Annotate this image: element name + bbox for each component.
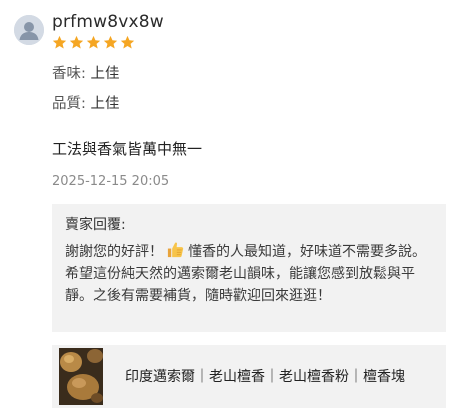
review-comment: 工法與香氣皆萬中無一 xyxy=(52,140,203,158)
attribute-label: 品質: xyxy=(52,96,86,112)
avatar[interactable] xyxy=(14,15,44,45)
star-icon xyxy=(69,35,84,49)
attribute-value: 上佳 xyxy=(90,96,120,112)
review-card: prfmw8vx8w 香味: 上佳 品質: 上佳 工法與香氣皆萬中無一 2025… xyxy=(0,0,460,418)
star-icon xyxy=(103,35,118,49)
seller-reply-title: 賣家回覆: xyxy=(65,217,126,233)
attribute-row-quality: 品質: 上佳 xyxy=(52,92,120,113)
thumbs-up-icon xyxy=(167,242,184,258)
seller-reply-text-start: 謝謝您的好評！ xyxy=(65,244,163,260)
product-thumbnail xyxy=(59,348,103,405)
star-icon xyxy=(52,35,67,49)
review-timestamp: 2025-12-15 20:05 xyxy=(52,174,170,189)
product-title: 印度邁索爾｜老山檀香｜老山檀香粉｜檀香塊 xyxy=(125,369,405,385)
sandalwood-product-thumbnail xyxy=(59,348,103,405)
attribute-row-aroma: 香味: 上佳 xyxy=(52,62,120,83)
product-link[interactable]: 印度邁索爾｜老山檀香｜老山檀香粉｜檀香塊 xyxy=(52,345,446,408)
seller-reply-text: 謝謝您的好評！ 懂香的人最知道，好味道不需要多說。希望這份純天然的邁索爾老山韻味，… xyxy=(65,240,434,307)
reviewer-username: prfmw8vx8w xyxy=(52,12,164,32)
attribute-value: 上佳 xyxy=(90,66,120,82)
attribute-label: 香味: xyxy=(52,66,86,82)
seller-reply-box: 賣家回覆: 謝謝您的好評！ 懂香的人最知道，好味道不需要多說。希望這份純天然的邁索… xyxy=(52,204,446,332)
star-icon xyxy=(120,35,135,49)
rating-stars xyxy=(52,35,135,50)
user-icon xyxy=(14,15,44,45)
star-icon xyxy=(86,35,101,49)
